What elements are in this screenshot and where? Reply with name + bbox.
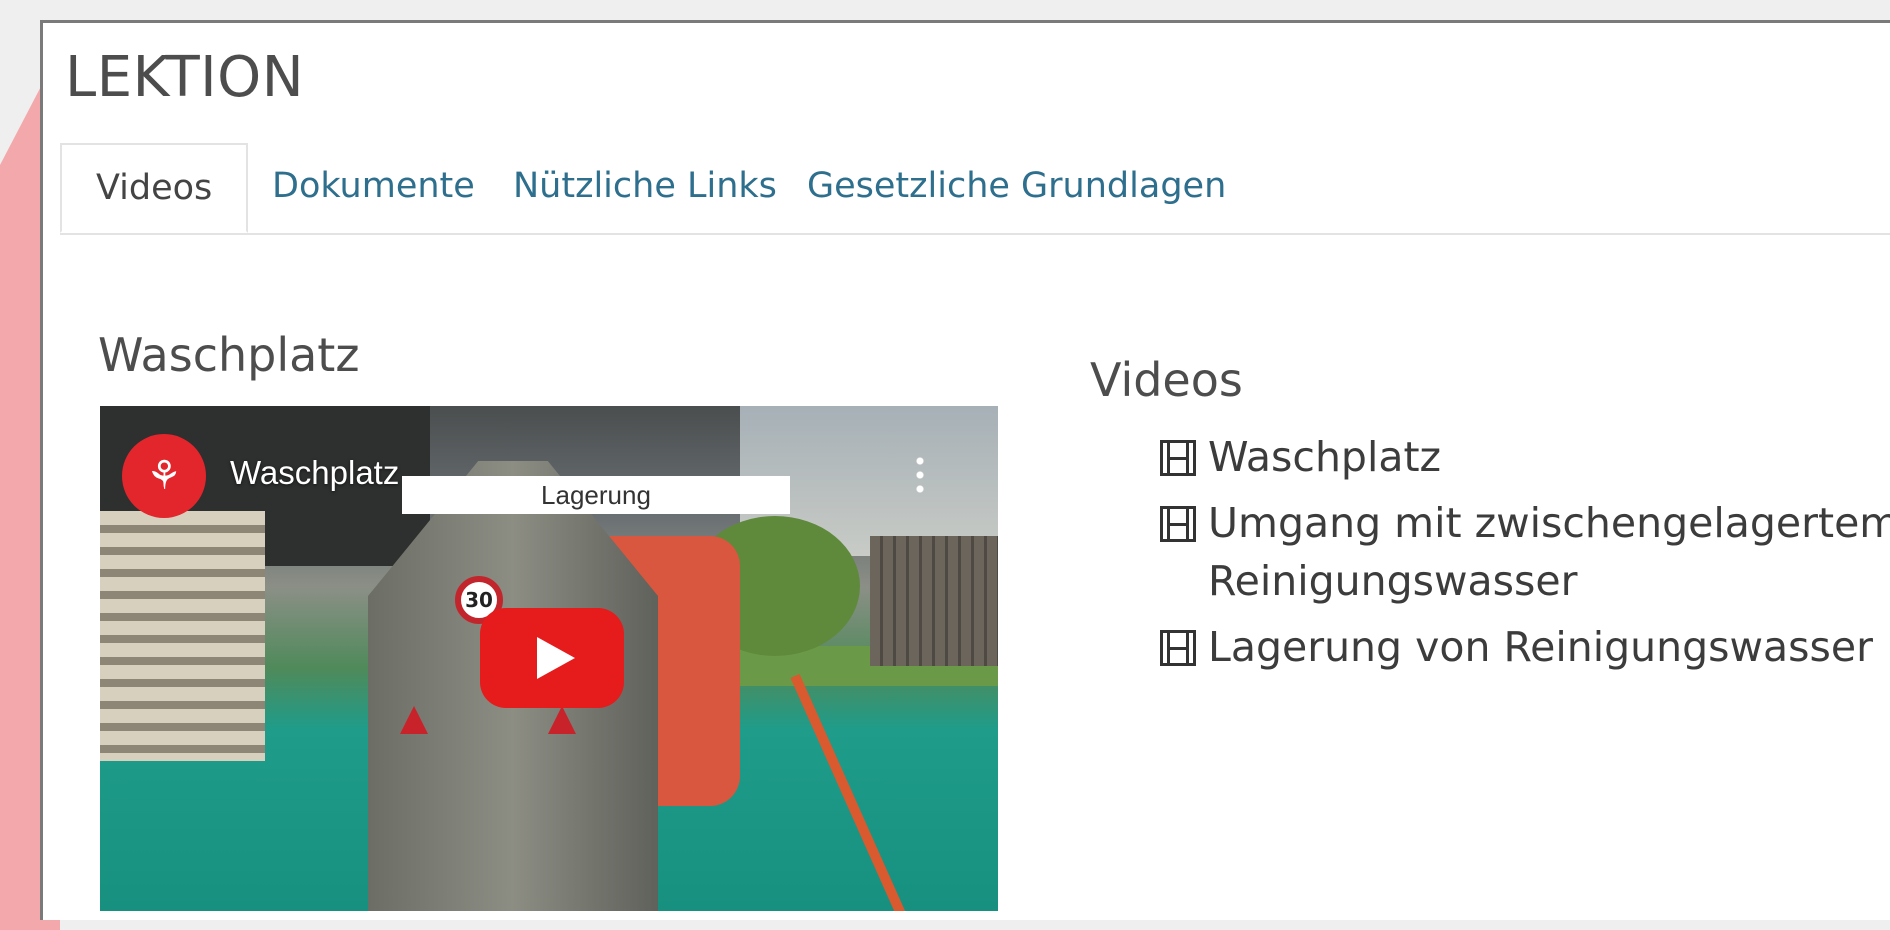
tab-nuetzliche-links[interactable]: Nützliche Links (513, 143, 777, 233)
video-player[interactable]: 30 ⚘ Waschplatz Lagerung (100, 406, 998, 911)
video-list-item[interactable]: Lagerung von Reinigungswasser (1160, 618, 1890, 676)
video-overlay-label: Lagerung (402, 476, 790, 514)
video-list-item[interactable]: Umgang mit zwischengelagertem Reinigungs… (1160, 494, 1890, 610)
tab-dokumente[interactable]: Dokumente (272, 143, 475, 233)
video-list-item-label: Waschplatz (1208, 433, 1442, 481)
film-icon (1160, 440, 1196, 476)
video-list-item[interactable]: Waschplatz (1160, 428, 1890, 486)
video-heading: Waschplatz (98, 328, 360, 382)
tab-videos[interactable]: Videos (60, 143, 249, 233)
people-logo-icon[interactable]: ⚘ (122, 434, 206, 518)
video-scene-pallets (100, 511, 265, 761)
tab-bar: Videos Dokumente Nützliche Links Gesetzl… (60, 143, 1890, 235)
video-scene-stripe (790, 673, 906, 911)
lesson-panel: LEKTION Videos Dokumente Nützliche Links… (40, 20, 1890, 920)
tab-gesetzliche-grundlagen[interactable]: Gesetzliche Grundlagen (807, 143, 1226, 233)
video-list-item-label: Lagerung von Reinigungswasser (1208, 623, 1873, 671)
page-title: LEKTION (65, 45, 305, 110)
more-options-icon[interactable] (916, 454, 924, 494)
video-list-heading: Videos (1090, 353, 1243, 407)
video-list: Waschplatz Umgang mit zwischengelagertem… (1160, 428, 1890, 684)
video-scene-shed (870, 536, 998, 666)
play-icon[interactable] (480, 608, 624, 708)
video-channel-title[interactable]: Waschplatz (230, 454, 399, 492)
film-icon (1160, 630, 1196, 666)
video-list-item-label: Umgang mit zwischengelagertem Reinigungs… (1208, 499, 1890, 605)
film-icon (1160, 506, 1196, 542)
